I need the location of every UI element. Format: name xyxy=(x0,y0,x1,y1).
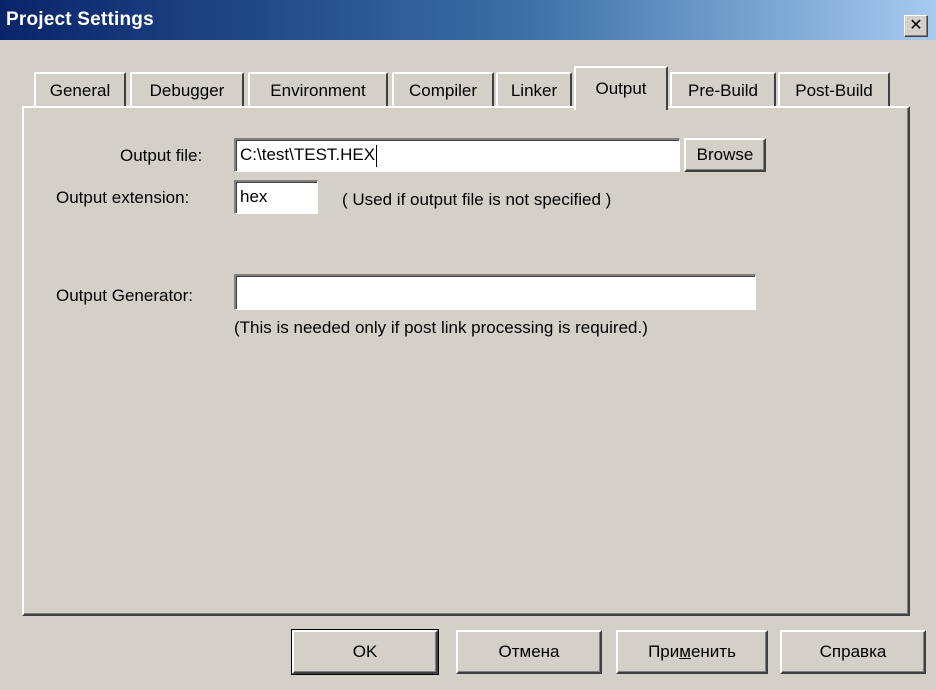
close-button[interactable]: ✕ xyxy=(904,15,928,37)
tab-general[interactable]: General xyxy=(34,72,126,108)
tab-label: General xyxy=(49,81,111,100)
output-generator-input[interactable] xyxy=(234,274,756,310)
tab-label: Compiler xyxy=(408,81,478,100)
output-file-value: C:\test\TEST.HEX xyxy=(240,145,376,164)
tab-post-build[interactable]: Post-Build xyxy=(778,72,890,108)
title-bar[interactable]: Project Settings ✕ xyxy=(0,0,936,40)
tab-label: Output xyxy=(595,79,647,98)
output-extension-input[interactable]: hex xyxy=(234,180,318,214)
browse-label: Browse xyxy=(696,145,754,164)
text-caret xyxy=(376,144,378,167)
output-file-label: Output file: xyxy=(120,146,203,165)
tab-label: Environment xyxy=(270,81,366,100)
generator-hint: (This is needed only if post link proces… xyxy=(234,318,648,337)
browse-button[interactable]: Browse xyxy=(684,138,766,172)
tab-pre-build[interactable]: Pre-Build xyxy=(670,72,776,108)
extension-hint: ( Used if output file is not specified ) xyxy=(342,190,612,209)
tab-environment[interactable]: Environment xyxy=(248,72,388,108)
output-extension-label: Output extension: xyxy=(56,188,190,207)
close-icon: ✕ xyxy=(909,17,923,34)
window-title: Project Settings xyxy=(6,9,154,30)
tab-linker[interactable]: Linker xyxy=(496,72,572,108)
ok-button[interactable]: OK xyxy=(291,629,439,675)
cancel-label: Отмена xyxy=(498,642,560,661)
tab-debugger[interactable]: Debugger xyxy=(130,72,244,108)
tab-label: Pre-Build xyxy=(688,81,758,100)
output-generator-label: Output Generator: xyxy=(56,286,194,305)
tab-compiler[interactable]: Compiler xyxy=(392,72,494,108)
output-extension-value: hex xyxy=(240,187,268,206)
tab-label: Linker xyxy=(510,81,558,100)
tab-output[interactable]: Output xyxy=(574,66,668,110)
output-tab-panel: Output file: C:\test\TEST.HEX Browse Out… xyxy=(22,106,910,616)
apply-button[interactable]: Применить xyxy=(616,630,768,674)
help-button[interactable]: Справка xyxy=(780,630,926,674)
output-file-input[interactable]: C:\test\TEST.HEX xyxy=(234,138,680,172)
tab-label: Debugger xyxy=(149,81,225,100)
tab-label: Post-Build xyxy=(795,81,873,100)
cancel-button[interactable]: Отмена xyxy=(456,630,602,674)
help-label: Справка xyxy=(819,642,887,661)
apply-label: Применить xyxy=(648,642,736,661)
project-settings-dialog: Project Settings ✕ General Debugger Envi… xyxy=(0,0,936,690)
ok-label: OK xyxy=(352,642,378,661)
